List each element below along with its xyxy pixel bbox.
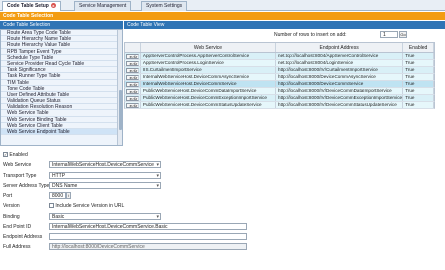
tab-label: Service Management [79, 3, 127, 9]
code-table-list: Route Area Type Code Table Route Hierarc… [0, 29, 123, 146]
server-address-type-label: Server Address Type [3, 183, 50, 189]
binding-label: Binding [3, 214, 20, 220]
list-scrollbar[interactable] [117, 30, 122, 145]
edit-button[interactable]: Edit [125, 102, 139, 108]
endpoint-cell: http://localhost:8000/IV/DeviceCommExcep… [278, 95, 404, 101]
endpoint-cell: http://localhost:8000/IV/CurtailmentImpo… [276, 67, 404, 73]
left-panel-title: Code Table Selection [0, 21, 123, 29]
binding-select[interactable]: Basic [49, 213, 161, 220]
web-service-cell: InternalWebServiceHost.DeviceCommService [141, 81, 277, 87]
web-service-cell: PublicWebServiceHost.DeviceCommStatusUpd… [141, 102, 277, 108]
column-header[interactable]: Endpoint Address [276, 43, 404, 52]
close-icon[interactable]: x [50, 3, 56, 8]
rows-to-insert-label: Number of rows to insert on add: [274, 32, 347, 38]
enabled-label: Enabled [9, 152, 28, 158]
table-row-selected[interactable]: Edit InternalWebServiceHost.DeviceCommSe… [124, 81, 435, 88]
page-title: Code Table Selection [0, 12, 445, 20]
endpoint-address-input[interactable] [49, 233, 247, 240]
tab-system-settings[interactable]: System Settings [141, 1, 188, 11]
enabled-cell: True [403, 60, 434, 66]
rows-go-button[interactable]: Go [399, 31, 407, 38]
enabled-cell: True [403, 67, 434, 73]
full-address-field: http://localhost:8000/DeviceCommService [49, 243, 247, 250]
web-service-cell: IIS.CurtailmentImportService [141, 67, 277, 73]
endpoint-address-label: Endpoint Address [3, 234, 43, 240]
grid-header: Web Service Endpoint Address Enabled [124, 42, 435, 53]
server-address-type-select[interactable]: DNS Name [49, 182, 161, 189]
tab-label: System Settings [146, 3, 183, 9]
edit-button[interactable]: Edit [125, 67, 139, 73]
column-header[interactable]: Web Service [141, 43, 277, 52]
tab-bar: Code Table Setup x Service Management Sys… [0, 0, 445, 11]
endpoint-grid: Web Service Endpoint Address Enabled Edi… [124, 42, 435, 109]
right-panel-title: Code Table View [124, 21, 445, 29]
enabled-cell: True [403, 81, 434, 87]
endpoint-id-input[interactable]: InternalWebServiceHost.DeviceCommService… [49, 223, 247, 230]
enabled-cell: True [403, 102, 434, 108]
web-service-cell: PublicWebServiceHost.DeviceCommException… [141, 95, 277, 101]
table-row[interactable]: Edit AppServerControlProcess.AppServerCo… [124, 53, 435, 60]
enabled-cell: True [403, 74, 434, 80]
endpoint-cell: http://localhost:8000/IV/DeviceCommDataI… [276, 88, 404, 94]
include-version-checkbox[interactable] [49, 203, 54, 209]
edit-button[interactable]: Edit [125, 88, 139, 94]
table-row[interactable]: Edit PublicWebServiceHost.DeviceCommStat… [124, 102, 435, 109]
web-service-cell: InternalWebServiceHost.DeviceCommAsyncSe… [141, 74, 277, 80]
web-service-cell: PublicWebServiceHost.DeviceCommDataImpor… [141, 88, 277, 94]
port-input[interactable]: 8000 [49, 192, 66, 199]
tab-code-table-setup[interactable]: Code Table Setup x [2, 1, 61, 11]
table-row[interactable]: Edit PublicWebServiceHost.DeviceCommData… [124, 88, 435, 95]
table-row[interactable]: Edit InternalWebServiceHost.DeviceCommAs… [124, 74, 435, 81]
full-address-label: Full Address [3, 244, 31, 250]
enabled-cell: True [403, 95, 434, 101]
endpoint-cell: net.tcp://localhost:8004/AppServerContro… [276, 53, 404, 59]
tab-label: Code Table Setup [7, 3, 49, 9]
endpoint-id-label: End Point ID [3, 224, 32, 230]
endpoint-cell: http://localhost:8000/DeviceCommService [276, 81, 404, 87]
endpoint-cell: net.tcp://localhost:8004/LoginService [276, 60, 404, 66]
table-row[interactable]: Edit PublicWebServiceHost.DeviceCommExce… [124, 95, 435, 102]
scrollbar-thumb[interactable] [119, 90, 122, 130]
column-header[interactable]: Enabled [403, 43, 434, 52]
transport-type-label: Transport Type [3, 173, 37, 179]
table-row[interactable]: Edit IIS.CurtailmentImportService http:/… [124, 67, 435, 74]
port-spinner[interactable]: ↕ [66, 192, 71, 199]
edit-button[interactable]: Edit [125, 81, 139, 87]
edit-button[interactable]: Edit [125, 53, 139, 59]
enabled-row: ✓ Enabled [3, 152, 28, 158]
include-version-label: Include Service Version in URL [55, 203, 125, 209]
transport-type-select[interactable]: HTTP [49, 172, 161, 179]
tab-service-management[interactable]: Service Management [74, 1, 132, 11]
endpoint-cell: http://localhost:8000/IV/DeviceCommStatu… [276, 102, 404, 108]
edit-button[interactable]: Edit [125, 74, 139, 80]
version-label: Version [3, 203, 20, 209]
column-header [125, 43, 141, 52]
rows-to-insert-input[interactable]: 1 [380, 31, 398, 38]
web-service-cell: AppServerControlProcess.AppServerControl… [141, 53, 277, 59]
web-service-select[interactable]: InternalWebServiceHost.DeviceCommService [49, 161, 161, 168]
enabled-cell: True [403, 88, 434, 94]
app-window: Code Table Setup x Service Management Sys… [0, 0, 445, 270]
include-version-row: Include Service Version in URL [49, 203, 124, 209]
enabled-checkbox[interactable]: ✓ [3, 152, 8, 158]
list-item-selected[interactable]: Web Service Endpoint Table [1, 129, 122, 136]
enabled-cell: True [403, 53, 434, 59]
web-service-cell: AppServerControlProcess.LoginService [141, 60, 277, 66]
edit-button[interactable]: Edit [125, 95, 139, 101]
port-label: Port [3, 193, 13, 199]
edit-button[interactable]: Edit [125, 60, 139, 66]
web-service-label: Web Service [3, 162, 32, 168]
table-row[interactable]: Edit AppServerControlProcess.LoginServic… [124, 60, 435, 67]
endpoint-cell: http://localhost:8000/DeviceCommAsyncSer… [276, 74, 404, 80]
